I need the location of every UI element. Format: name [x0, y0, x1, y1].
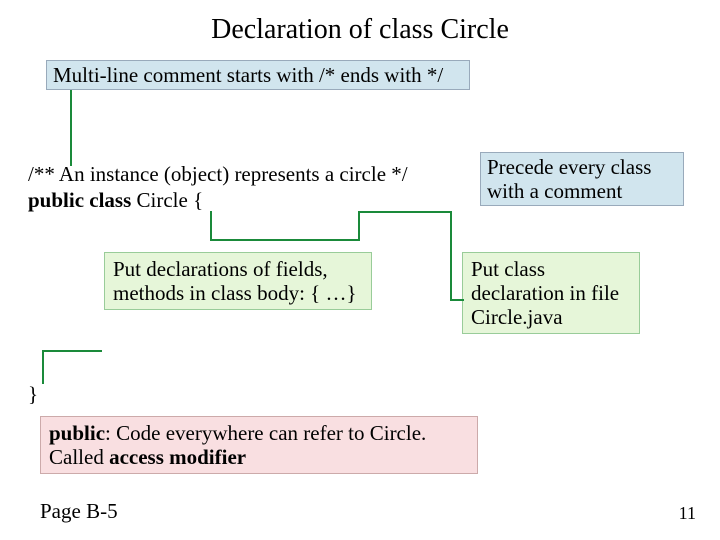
connector [450, 299, 464, 301]
connector [70, 90, 72, 166]
code-comment-line: /** An instance (object) represents a ci… [28, 162, 408, 186]
callout-file-name: Put class declaration in file Circle.jav… [462, 252, 640, 334]
connector [450, 211, 452, 301]
callout-precede-comment: Precede every class with a comment [480, 152, 684, 206]
callout-multiline-comment: Multi-line comment starts with /* ends w… [46, 60, 470, 90]
slide-title: Declaration of class Circle [0, 14, 720, 46]
page-reference: Page B-5 [40, 499, 118, 524]
code-class-decl: public class Circle { [28, 188, 203, 212]
connector [210, 211, 212, 241]
slide-number: 11 [679, 503, 696, 524]
connector [358, 211, 360, 241]
callout-public-modifier: public: Code everywhere can refer to Cir… [40, 416, 478, 474]
connector [358, 211, 452, 213]
connector [42, 350, 102, 352]
connector [210, 239, 360, 241]
connector [42, 350, 44, 384]
code-close-brace: } [28, 382, 38, 406]
callout-class-body: Put declarations of fields, methods in c… [104, 252, 372, 310]
